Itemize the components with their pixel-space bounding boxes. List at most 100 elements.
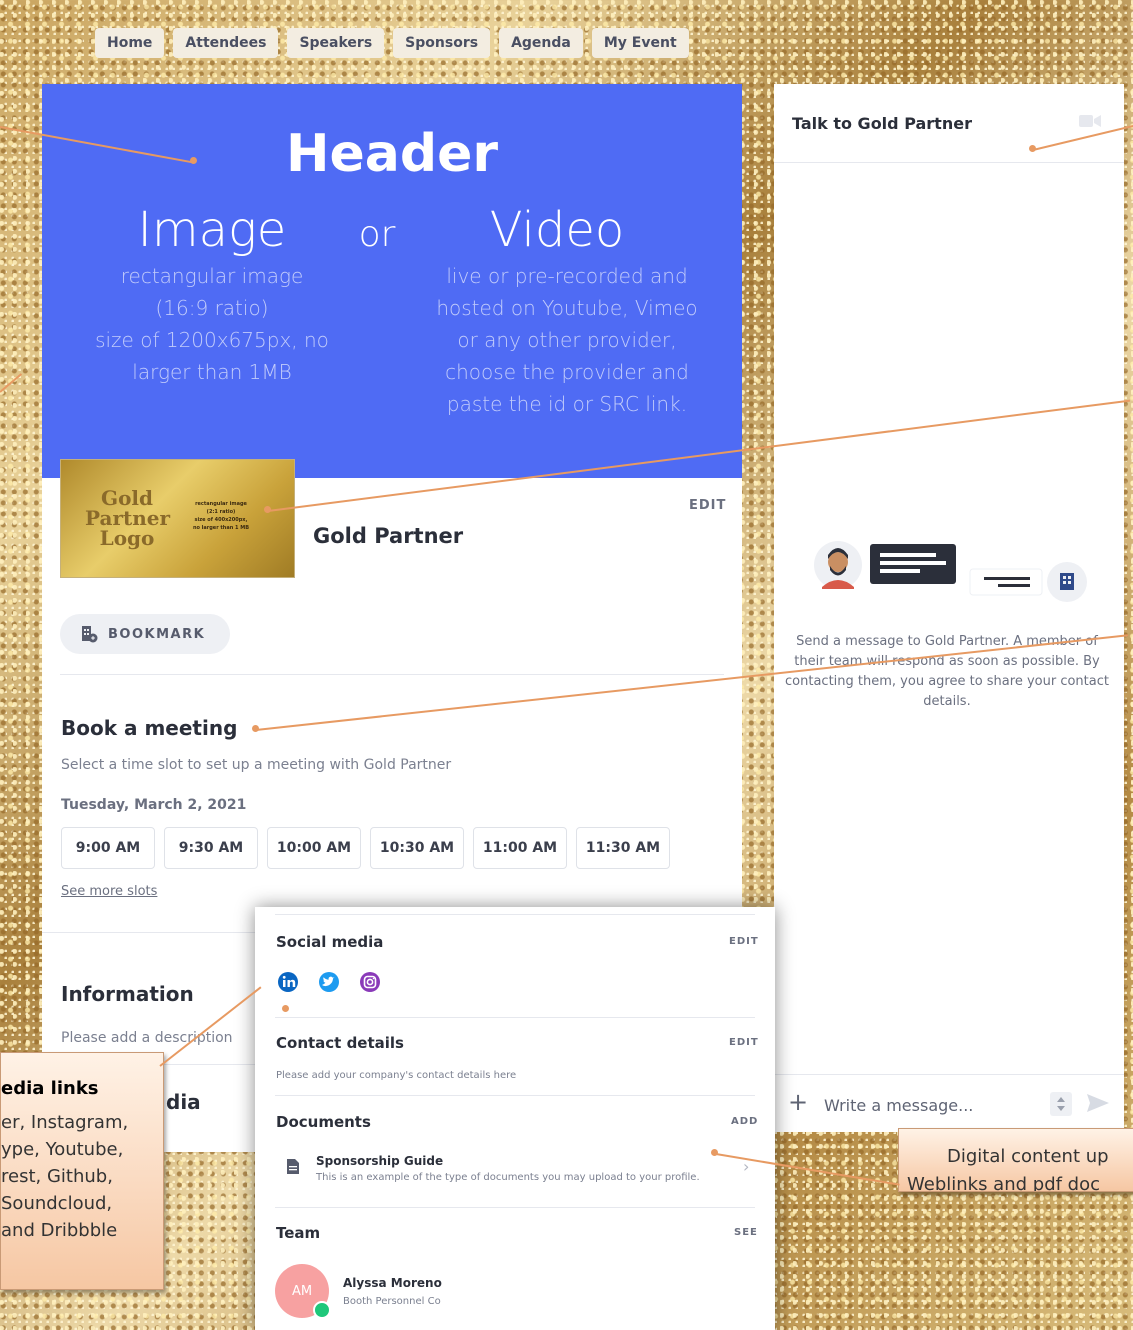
document-item[interactable]: Sponsorship Guide This is an example of … xyxy=(275,1147,755,1187)
chat-panel: Talk to Gold Partner Send a message to G… xyxy=(774,84,1124,1132)
annotation-dot xyxy=(252,725,259,732)
callout-line: rest, Github, xyxy=(1,1166,113,1187)
callout-line: and Dribbble xyxy=(1,1220,118,1241)
video-camera-icon[interactable] xyxy=(1079,114,1101,128)
time-slot[interactable]: 9:00 AM xyxy=(61,827,155,869)
contact-details-edit[interactable]: EDIT xyxy=(729,1037,759,1048)
send-icon[interactable] xyxy=(1087,1094,1109,1112)
time-slot[interactable]: 10:30 AM xyxy=(370,827,464,869)
team-member-name: Alyssa Moreno xyxy=(343,1276,442,1290)
video-description: live or pre-recorded and hosted on Youtu… xyxy=(417,260,717,420)
image-desc-line: rectangular image xyxy=(120,264,304,288)
hero-video-label: Video xyxy=(489,202,625,258)
logo-spec-line: rectangular image xyxy=(195,501,247,507)
contact-details-title: Contact details xyxy=(276,1034,404,1052)
meeting-subtitle: Select a time slot to set up a meeting w… xyxy=(61,757,452,773)
callout-line: er, Instagram, xyxy=(1,1112,129,1133)
avatar-initials: AM xyxy=(291,1283,313,1299)
image-desc-line: (16:9 ratio) xyxy=(155,296,269,320)
edit-profile-button[interactable]: EDIT xyxy=(689,498,726,513)
nav-sponsors[interactable]: Sponsors xyxy=(393,28,491,58)
image-description: rectangular image (16:9 ratio) size of 1… xyxy=(82,260,342,388)
divider xyxy=(275,1017,755,1018)
time-slot[interactable]: 10:00 AM xyxy=(267,827,361,869)
social-media-callout: edia links er, Instagram, ype, Youtube, … xyxy=(0,1052,164,1290)
video-desc-line: paste the id or SRC link. xyxy=(446,392,688,416)
document-description: This is an example of the type of docume… xyxy=(316,1172,700,1183)
message-input[interactable]: Write a message... xyxy=(824,1096,973,1115)
video-desc-line: hosted on Youtube, Vimeo xyxy=(436,296,698,320)
twitter-icon xyxy=(319,972,339,992)
annotation-dot xyxy=(711,1149,718,1156)
divider xyxy=(774,1074,1124,1075)
contact-details-placeholder: Please add your company's contact detail… xyxy=(276,1070,517,1081)
sponsor-logo: Gold Partner Logo rectangular image (2:1… xyxy=(60,459,295,578)
annotation-dot xyxy=(190,157,197,164)
see-more-slots-link[interactable]: See more slots xyxy=(61,884,157,899)
bookmark-icon xyxy=(82,626,98,643)
divider xyxy=(60,674,724,675)
documents-title: Documents xyxy=(276,1113,371,1131)
logo-spec-line: (2:1 ratio) xyxy=(206,509,236,515)
logo-text: Gold Partner Logo xyxy=(85,488,170,550)
logo-spec-line: no larger than 1 MB xyxy=(192,525,250,531)
social-media-title-partial: dia xyxy=(166,1090,201,1114)
team-member-role: Booth Personnel Co xyxy=(343,1296,441,1307)
information-title: Information xyxy=(61,982,194,1006)
bookmark-button[interactable]: BOOKMARK xyxy=(60,614,230,654)
time-slot[interactable]: 11:30 AM xyxy=(576,827,670,869)
callout-body: er, Instagram, ype, Youtube, rest, Githu… xyxy=(1,1109,128,1244)
divider xyxy=(774,162,1124,163)
online-status-indicator xyxy=(313,1301,331,1319)
video-desc-line: or any other provider, xyxy=(457,328,677,352)
emoji-stepper-icon[interactable] xyxy=(1050,1092,1072,1116)
meeting-date: Tuesday, March 2, 2021 xyxy=(61,797,247,813)
annotation-dot xyxy=(264,506,271,513)
hero-image-label: Image xyxy=(137,202,287,258)
meeting-title: Book a meeting xyxy=(61,716,238,740)
digital-content-callout: Digital content up Weblinks and pdf doc xyxy=(898,1128,1133,1192)
social-media-title: Social media xyxy=(276,933,384,951)
document-icon xyxy=(287,1159,299,1174)
hero-or-label: or xyxy=(358,214,396,255)
chat-intro-message: Send a message to Gold Partner. A member… xyxy=(785,634,1109,709)
document-title: Sponsorship Guide xyxy=(316,1154,444,1168)
documents-add[interactable]: ADD xyxy=(731,1116,758,1127)
instagram-icon xyxy=(360,972,380,992)
profile-sections-overlay: Social media EDIT Contact details EDIT P… xyxy=(255,907,775,1330)
nav-home[interactable]: Home xyxy=(95,28,165,58)
divider xyxy=(275,1095,755,1096)
logo-spec: rectangular image (2:1 ratio) size of 40… xyxy=(183,500,259,532)
divider xyxy=(275,914,755,915)
annotation-line xyxy=(0,373,23,393)
time-slot[interactable]: 9:30 AM xyxy=(164,827,258,869)
chat-title: Talk to Gold Partner xyxy=(792,114,972,133)
social-icons xyxy=(278,972,380,992)
team-title: Team xyxy=(276,1224,321,1242)
nav-speakers[interactable]: Speakers xyxy=(287,28,385,58)
logo-spec-line: size of 400x200px, xyxy=(194,517,248,523)
callout-body: Weblinks and pdf doc xyxy=(907,1174,1101,1192)
team-see[interactable]: SEE xyxy=(734,1227,758,1238)
nav-attendees[interactable]: Attendees xyxy=(173,28,279,58)
callout-title: Digital content up xyxy=(947,1146,1109,1167)
image-desc-line: larger than 1MB xyxy=(132,360,292,384)
logo-text-line: Logo xyxy=(99,526,155,550)
bookmark-label: BOOKMARK xyxy=(108,626,206,642)
header-media[interactable]: Header Image or Video rectangular image … xyxy=(42,84,742,478)
add-attachment-icon[interactable]: + xyxy=(788,1088,808,1116)
nav-my-event[interactable]: My Event xyxy=(591,28,689,58)
callout-line: Soundcloud, xyxy=(1,1193,113,1214)
sponsor-name: Gold Partner xyxy=(313,524,464,548)
time-slot[interactable]: 11:00 AM xyxy=(473,827,567,869)
nav-agenda[interactable]: Agenda xyxy=(499,28,583,58)
image-desc-line: size of 1200x675px, no xyxy=(95,328,329,352)
annotation-dot xyxy=(282,1005,289,1012)
social-media-edit[interactable]: EDIT xyxy=(729,936,759,947)
video-desc-line: live or pre-recorded and xyxy=(446,264,688,288)
chat-illustration xyxy=(814,541,1087,602)
information-placeholder: Please add a description xyxy=(61,1030,233,1046)
annotation-dot xyxy=(1029,145,1036,152)
top-nav: Home Attendees Speakers Sponsors Agenda … xyxy=(95,28,689,58)
callout-title: edia links xyxy=(1,1078,99,1099)
